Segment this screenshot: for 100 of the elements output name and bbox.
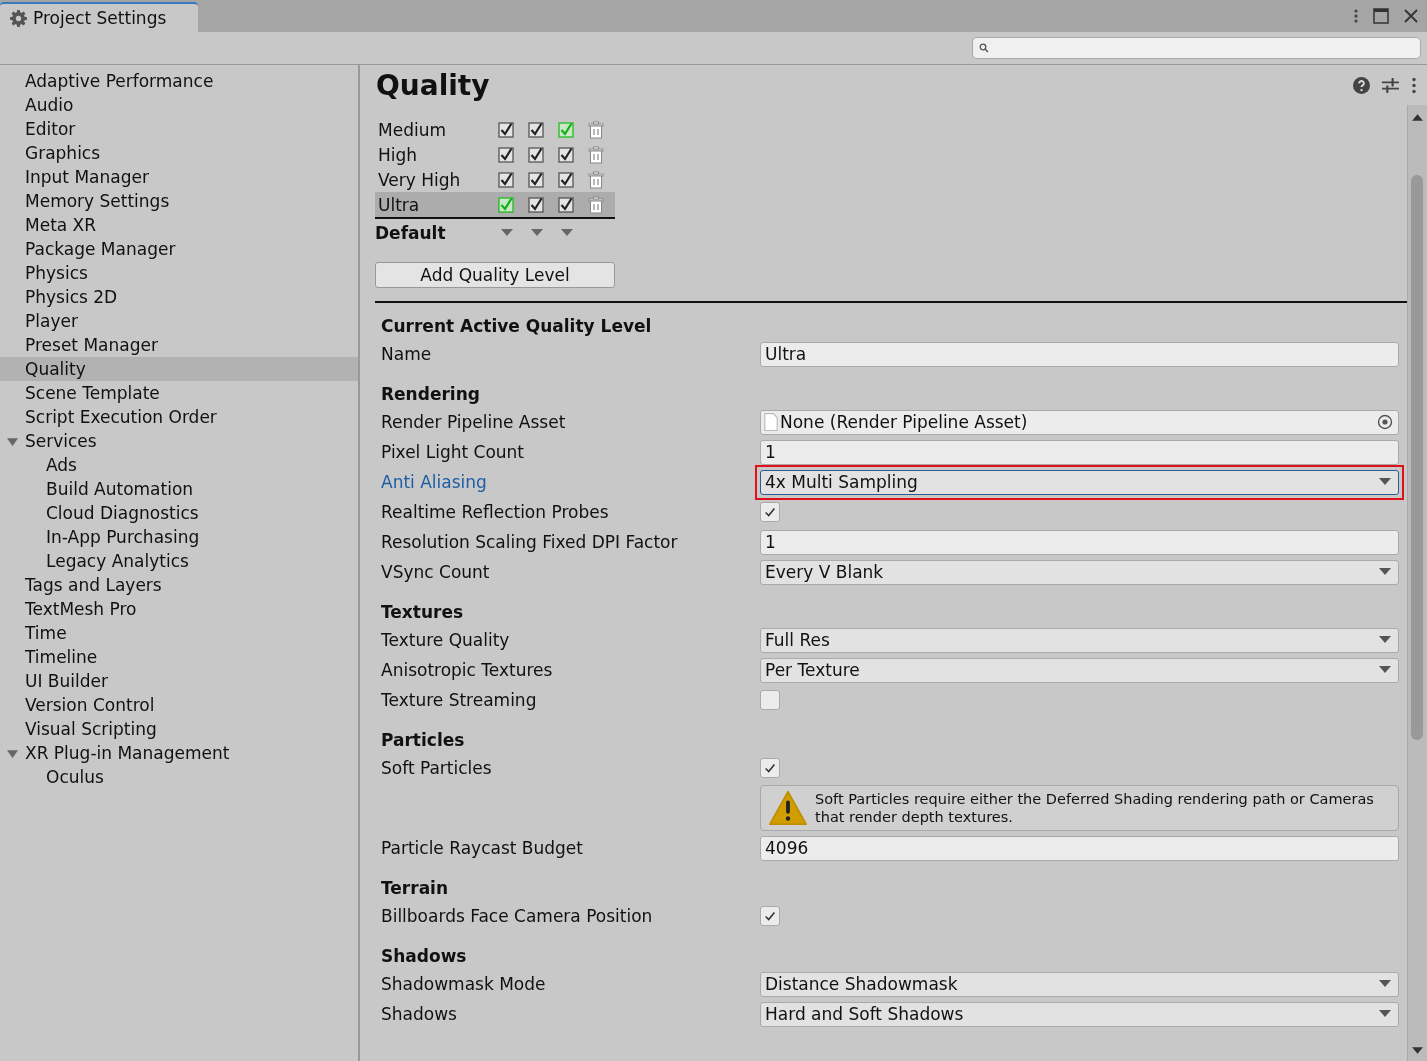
expand-arrow-icon[interactable] — [7, 436, 18, 447]
quality-level-row[interactable]: Very High — [375, 167, 615, 192]
search-icon — [979, 43, 989, 53]
sidebar-item[interactable]: In-App Purchasing — [0, 525, 358, 549]
window-tab[interactable]: Project Settings — [0, 2, 198, 32]
sidebar-item[interactable]: Ads — [0, 453, 358, 477]
checkbox[interactable] — [760, 906, 780, 926]
dropdown-field[interactable]: Full Res — [760, 627, 1399, 653]
platform-checkbox[interactable] — [528, 196, 544, 213]
maximize-icon[interactable] — [1373, 8, 1389, 24]
more-options-icon[interactable] — [1353, 8, 1359, 24]
object-picker-icon[interactable] — [1377, 414, 1393, 430]
sidebar-item[interactable]: Visual Scripting — [0, 717, 358, 741]
sidebar-item[interactable]: Player — [0, 309, 358, 333]
trash-icon[interactable] — [588, 170, 604, 189]
dropdown-arrow-icon[interactable] — [531, 229, 543, 237]
dropdown-field[interactable]: Distance Shadowmask — [760, 971, 1399, 997]
dropdown-field[interactable]: Hard and Soft Shadows — [760, 1001, 1399, 1027]
text-field[interactable]: 1 — [760, 529, 1399, 555]
platform-checkbox[interactable] — [498, 121, 514, 138]
property-label: VSync Count — [381, 562, 491, 582]
dropdown-arrow-icon — [1379, 980, 1391, 988]
sidebar-item[interactable]: Oculus — [0, 765, 358, 789]
property-label: Anisotropic Textures — [381, 660, 554, 680]
checkbox[interactable] — [760, 690, 780, 710]
dropdown-arrow-icon[interactable] — [561, 229, 573, 237]
scroll-down-icon[interactable] — [1412, 1047, 1423, 1055]
sidebar-item[interactable]: Preset Manager — [0, 333, 358, 357]
property-label: Anti Aliasing — [381, 472, 488, 492]
add-quality-level-button[interactable]: Add Quality Level — [375, 262, 615, 288]
property-label: Shadowmask Mode — [381, 974, 547, 994]
search-field[interactable] — [972, 37, 1421, 59]
sidebar-item[interactable]: Physics — [0, 261, 358, 285]
property-label: Particle Raycast Budget — [381, 838, 584, 858]
checkbox[interactable] — [760, 758, 780, 778]
platform-checkbox[interactable] — [558, 196, 574, 213]
scrollbar[interactable] — [1407, 105, 1427, 1061]
dropdown-arrow-icon — [1379, 1010, 1391, 1018]
sidebar-item[interactable]: Memory Settings — [0, 189, 358, 213]
platform-checkbox[interactable] — [498, 196, 514, 213]
more-options-icon[interactable] — [1411, 76, 1417, 94]
sidebar-item[interactable]: Build Automation — [0, 477, 358, 501]
sidebar-item[interactable]: Time — [0, 621, 358, 645]
property-label: Texture Quality — [381, 630, 511, 650]
sidebar-item[interactable]: Editor — [0, 117, 358, 141]
sidebar-item[interactable]: Graphics — [0, 141, 358, 165]
property-label: Pixel Light Count — [381, 442, 526, 462]
sidebar-item[interactable]: Script Execution Order — [0, 405, 358, 429]
platform-checkbox[interactable] — [558, 121, 574, 138]
sidebar-item[interactable]: Quality — [0, 357, 358, 381]
section-header: Shadows — [381, 945, 468, 968]
text-field[interactable]: 4096 — [760, 835, 1399, 861]
help-icon[interactable] — [1353, 76, 1370, 94]
trash-icon[interactable] — [588, 120, 604, 139]
property-label: Name — [381, 344, 433, 364]
sidebar-item[interactable]: Tags and Layers — [0, 573, 358, 597]
text-field[interactable]: 1 — [760, 439, 1399, 465]
expand-arrow-icon[interactable] — [7, 748, 18, 759]
quality-level-name: High — [378, 144, 419, 165]
sidebar-item[interactable]: Version Control — [0, 693, 358, 717]
section-header: Textures — [381, 601, 465, 624]
scrollbar-thumb[interactable] — [1411, 175, 1423, 740]
sliders-icon[interactable] — [1382, 76, 1399, 94]
sidebar-item[interactable]: UI Builder — [0, 669, 358, 693]
sidebar-item[interactable]: Services — [0, 429, 358, 453]
sidebar-item[interactable]: Cloud Diagnostics — [0, 501, 358, 525]
sidebar-item[interactable]: Timeline — [0, 645, 358, 669]
sidebar-item[interactable]: Physics 2D — [0, 285, 358, 309]
dropdown-field[interactable]: Every V Blank — [760, 559, 1399, 585]
object-field[interactable]: None (Render Pipeline Asset) — [760, 409, 1399, 435]
sidebar-item[interactable]: Package Manager — [0, 237, 358, 261]
platform-checkbox[interactable] — [528, 146, 544, 163]
quality-level-row[interactable]: High — [375, 142, 615, 167]
scroll-up-icon[interactable] — [1412, 113, 1423, 121]
platform-checkbox[interactable] — [558, 146, 574, 163]
platform-checkbox[interactable] — [528, 121, 544, 138]
sidebar-item[interactable]: Input Manager — [0, 165, 358, 189]
quality-level-row[interactable]: Ultra — [375, 192, 615, 217]
sidebar-item[interactable]: TextMesh Pro — [0, 597, 358, 621]
close-icon[interactable] — [1403, 8, 1419, 24]
warning-text: Soft Particles require either the Deferred Shading rendering path or Cameras that render depth textures. — [815, 790, 1375, 826]
platform-checkbox[interactable] — [498, 171, 514, 188]
dropdown-arrow-icon[interactable] — [501, 229, 513, 237]
dropdown-field[interactable]: Per Texture — [760, 657, 1399, 683]
platform-checkbox[interactable] — [528, 171, 544, 188]
sidebar-item[interactable]: Adaptive Performance — [0, 69, 358, 93]
quality-level-row[interactable]: Medium — [375, 117, 615, 142]
platform-checkbox[interactable] — [558, 171, 574, 188]
sidebar-item[interactable]: Scene Template — [0, 381, 358, 405]
trash-icon[interactable] — [588, 195, 604, 214]
dropdown-field[interactable]: 4x Multi Sampling — [760, 469, 1399, 495]
text-field[interactable]: Ultra — [760, 341, 1399, 367]
sidebar-item[interactable]: XR Plug-in Management — [0, 741, 358, 765]
sidebar-item[interactable]: Legacy Analytics — [0, 549, 358, 573]
checkbox[interactable] — [760, 502, 780, 522]
platform-checkbox[interactable] — [498, 146, 514, 163]
section-header: Particles — [381, 729, 466, 752]
sidebar-item[interactable]: Meta XR — [0, 213, 358, 237]
trash-icon[interactable] — [588, 145, 604, 164]
sidebar-item[interactable]: Audio — [0, 93, 358, 117]
